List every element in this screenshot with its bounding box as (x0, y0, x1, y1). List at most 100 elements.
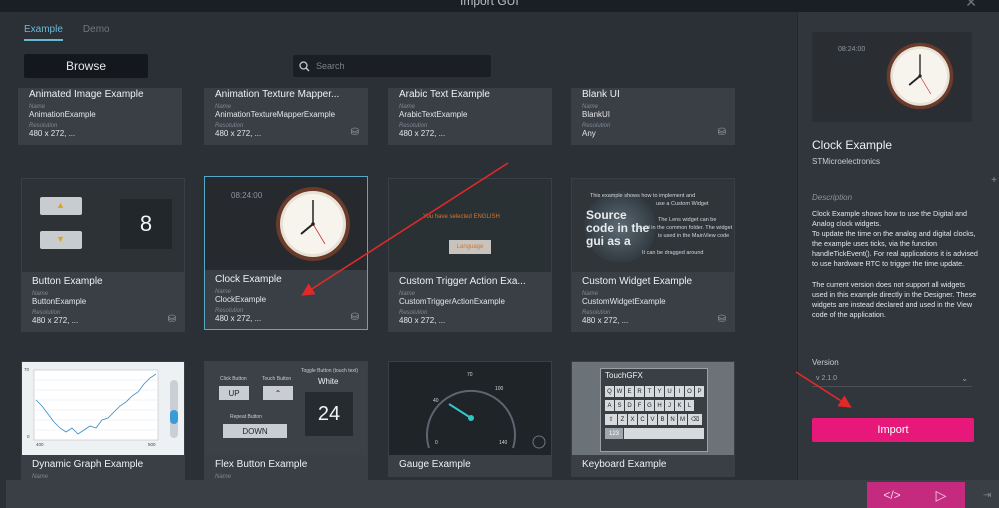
card-thumbnail: 08:24:00 (205, 177, 367, 270)
preview-image: 08:24:00 (812, 32, 972, 122)
preview-clock (886, 42, 954, 110)
click-label: Click Button (220, 376, 247, 382)
example-card[interactable]: Click Button Touch Button Toggle Button … (204, 361, 368, 480)
database-icon: ⛁ (350, 127, 359, 138)
card-title: Dynamic Graph Example (32, 459, 144, 470)
example-card[interactable]: Arabic Text Example Name ArabicTextExamp… (388, 88, 552, 145)
cw-line-2: use a Custom Widget (656, 201, 709, 207)
card-title: Clock Example (215, 274, 282, 285)
card-id: CustomTriggerActionExample (399, 297, 505, 306)
search-input[interactable] (316, 61, 476, 71)
card-thumbnail: ▲ ▼ 8 (22, 179, 184, 272)
search-box[interactable] (293, 55, 491, 77)
card-id: AnimationTextureMapperExample (215, 110, 336, 119)
bottom-bar (0, 480, 999, 508)
tab-example[interactable]: Example (24, 24, 63, 41)
key: P (695, 386, 704, 397)
key: S (615, 400, 624, 411)
cw-line-3: The Lens widget can be (658, 217, 717, 223)
repeat-label: Repeat Button (230, 414, 262, 420)
trigger-text: You have selected ENGLISH (423, 214, 500, 220)
card-thumbnail: 0 40 70 100 140 (389, 362, 551, 455)
cw-line-5: is used in the MainView code (658, 233, 730, 239)
gauge-tick: 40 (433, 398, 439, 404)
key: W (615, 386, 624, 397)
graph-y-tick: 0 (27, 434, 30, 439)
key: O (685, 386, 694, 397)
example-card[interactable]: Source code in the gui as a This example… (571, 178, 735, 332)
analog-clock (276, 187, 350, 261)
card-title: Animated Image Example (29, 89, 144, 100)
card-id: ButtonExample (32, 297, 87, 306)
card-resolution: 480 x 272, ... (215, 129, 262, 138)
example-card[interactable]: Blank UI Name BlankUI Resolution Any ⛁ (571, 88, 735, 145)
gauge-tick: 100 (495, 386, 504, 392)
card-thumbnail: TouchGFX Q W E R T Y U I O P A S D F G H… (572, 362, 734, 455)
toggle-label: Toggle Button (touch text) (301, 368, 358, 374)
card-title: Arabic Text Example (399, 89, 490, 100)
card-title: Button Example (32, 276, 103, 287)
database-icon: ⛁ (717, 314, 726, 325)
key: G (645, 400, 654, 411)
card-thumbnail: You have selected ENGLISH Language (389, 179, 551, 272)
example-card[interactable]: Animated Image Example Name AnimationExa… (18, 88, 182, 145)
graph-x-tick: 400 (36, 442, 44, 447)
key: R (635, 386, 644, 397)
card-title: Keyboard Example (582, 459, 667, 470)
code-icon[interactable]: </> (867, 482, 917, 508)
keyboard-title: TouchGFX (605, 371, 643, 380)
language-button: Language (449, 240, 491, 254)
chevron-down-icon: ⌄ (961, 374, 968, 383)
card-resolution: Any (582, 129, 596, 138)
browse-button[interactable]: Browse (24, 54, 148, 78)
examples-grid[interactable]: Animated Image Example Name AnimationExa… (18, 88, 794, 480)
example-card[interactable]: Animation Texture Mapper... Name Animati… (204, 88, 368, 145)
version-label: Version (812, 358, 839, 367)
card-resolution: 480 x 272, ... (399, 316, 446, 325)
key-row-1: Q W E R T Y U I O P (605, 386, 704, 397)
card-title: Flex Button Example (215, 459, 308, 470)
key: H (655, 400, 664, 411)
key: M (678, 414, 687, 425)
tab-demo[interactable]: Demo (83, 24, 110, 41)
window-title: Import GUI (460, 0, 519, 8)
tab-bar: Example Demo (24, 24, 110, 41)
database-icon: ⛁ (350, 312, 359, 323)
graph-preview (33, 369, 178, 441)
key: Y (655, 386, 664, 397)
import-button[interactable]: Import (812, 418, 974, 442)
digital-clock: 08:24:00 (231, 191, 263, 200)
card-title: Custom Trigger Action Exa... (399, 276, 526, 287)
cw-line-1: This example shows how to implement and (590, 193, 696, 199)
key: X (628, 414, 637, 425)
space-key (624, 428, 704, 439)
key: F (635, 400, 644, 411)
cw-line-4: found in the common folder. The widget (636, 225, 733, 231)
shift-key: ⇧ (605, 414, 617, 425)
example-card[interactable]: 0 40 70 100 140 Gauge Example (388, 361, 552, 477)
key: A (605, 400, 614, 411)
details-title: Clock Example (812, 138, 893, 152)
example-card[interactable]: 70 0 400 500 Dynamic Graph Example Name (21, 361, 185, 480)
play-icon[interactable]: ▷ (917, 482, 965, 508)
keyboard-preview: TouchGFX Q W E R T Y U I O P A S D F G H… (600, 368, 708, 452)
card-resolution: 480 x 272, ... (32, 316, 79, 325)
card-thumbnail: Click Button Touch Button Toggle Button … (205, 362, 367, 455)
card-title: Custom Widget Example (582, 276, 693, 287)
card-id: BlankUI (582, 110, 611, 119)
down-arrow-button: ▼ (40, 231, 82, 249)
card-id: ClockExample (215, 295, 267, 304)
exit-icon[interactable]: ⇥ (983, 490, 991, 501)
key: C (638, 414, 647, 425)
example-card-selected[interactable]: 08:24:00 Clock Example Name ClockExample… (204, 176, 368, 330)
version-select[interactable]: v 2.1.0 ⌄ (812, 372, 972, 387)
example-card[interactable]: ▲ ▼ 8 Button Example Name ButtonExample … (21, 178, 185, 332)
white-label: White (318, 377, 339, 386)
example-card[interactable]: TouchGFX Q W E R T Y U I O P A S D F G H… (571, 361, 735, 477)
up-arrow-button: ▲ (40, 197, 82, 215)
example-card[interactable]: You have selected ENGLISH Language Custo… (388, 178, 552, 332)
key-row-4: 123 (605, 428, 704, 439)
plus-icon[interactable]: + (991, 175, 997, 186)
close-icon[interactable]: ✕ (965, 0, 977, 11)
key: I (675, 386, 684, 397)
